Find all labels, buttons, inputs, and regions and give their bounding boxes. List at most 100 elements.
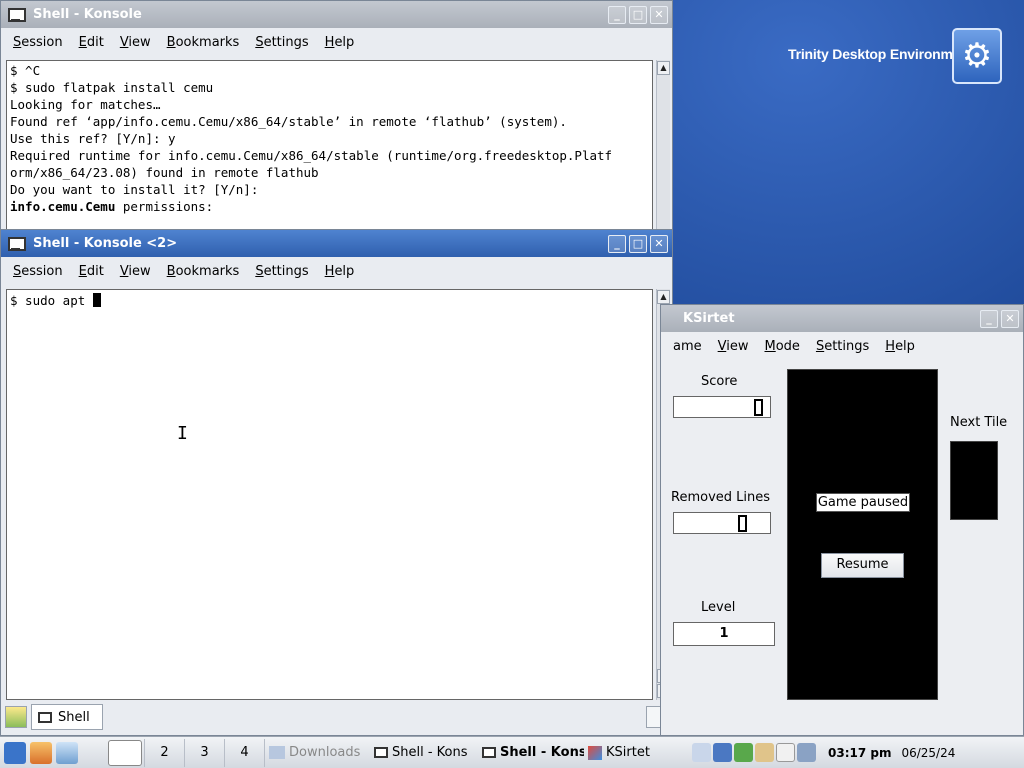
konsole-window-2: Shell - Konsole <2> _ □ ✕ Session Edit V… [0, 229, 673, 736]
level-label: Level [701, 600, 736, 615]
desktop-4[interactable]: 4 [224, 738, 264, 767]
konsole-2-titlebar[interactable]: Shell - Konsole <2> _ □ ✕ [1, 230, 672, 257]
menu-help[interactable]: Help [877, 339, 923, 354]
next-tile-preview [950, 441, 998, 520]
ksirtet-titlebar[interactable]: KSirtet _ ✕ [661, 305, 1023, 332]
menu-mode[interactable]: Mode [757, 339, 808, 354]
menu-bookmarks[interactable]: Bookmarks [159, 264, 248, 279]
menu-help[interactable]: Help [317, 264, 363, 279]
task-ksirtet[interactable]: KSirtet [584, 739, 684, 767]
menu-settings[interactable]: Settings [247, 35, 316, 50]
menu-settings[interactable]: Settings [247, 264, 316, 279]
task-downloads[interactable]: Downloads [264, 738, 370, 767]
monitor-icon [374, 747, 388, 758]
game-board[interactable] [787, 369, 938, 700]
lcd-digit-icon [738, 515, 747, 532]
klipper-icon[interactable] [755, 743, 774, 762]
ksirtet-icon [588, 745, 602, 760]
task-shell-konsole-1[interactable]: Shell - Kons [370, 739, 478, 767]
score-label: Score [701, 374, 738, 389]
terminal-line: orm/x86_64/23.08) found in remote flathu… [10, 165, 319, 180]
menu-edit[interactable]: Edit [71, 264, 112, 279]
audio-icon[interactable] [797, 743, 816, 762]
minimize-button[interactable]: _ [608, 234, 626, 253]
score-display [673, 396, 771, 418]
terminal-1-scrollbar[interactable]: ▲ [656, 60, 670, 232]
menu-settings[interactable]: Settings [808, 339, 877, 354]
ksirtet-menubar: ame View Mode Settings Help [661, 332, 1023, 360]
window-title: KSirtet [683, 311, 735, 326]
folder-icon [269, 746, 285, 759]
menu-help[interactable]: Help [317, 35, 363, 50]
monitor-icon [482, 747, 496, 758]
minimize-button[interactable]: _ [608, 5, 626, 24]
minimize-button[interactable]: _ [980, 309, 998, 328]
menu-session[interactable]: Session [5, 264, 71, 279]
tde-menu-icon[interactable] [4, 741, 26, 764]
text-cursor-icon [92, 293, 101, 307]
menu-edit[interactable]: Edit [71, 35, 112, 50]
clock-time[interactable]: 03:17 pm [828, 746, 891, 760]
scroll-up-icon[interactable]: ▲ [657, 61, 670, 75]
new-session-icon[interactable] [5, 706, 27, 728]
menu-session[interactable]: Session [5, 35, 71, 50]
calendar-icon[interactable] [776, 743, 795, 762]
close-button[interactable]: ✕ [650, 5, 668, 24]
update-icon[interactable] [734, 743, 753, 762]
tab-shell[interactable]: Shell [31, 704, 103, 730]
menu-game[interactable]: ame [667, 339, 710, 354]
maximize-button[interactable]: □ [629, 5, 647, 24]
maximize-button[interactable]: □ [629, 234, 647, 253]
monitor-icon [7, 7, 26, 22]
lcd-digit-icon [754, 399, 763, 416]
terminal-line: info.cemu.Cemu permissions: [10, 198, 649, 215]
menu-bookmarks[interactable]: Bookmarks [159, 35, 248, 50]
ksirtet-window: KSirtet _ ✕ ame View Mode Settings Help … [660, 304, 1024, 736]
konsole-1-menubar: Session Edit View Bookmarks Settings Hel… [1, 28, 672, 56]
display-icon[interactable] [713, 743, 732, 762]
desktop-3[interactable]: 3 [184, 738, 224, 767]
show-desktop-icon[interactable] [108, 739, 142, 766]
game-paused-label: Game paused [816, 493, 910, 512]
konsole-1-titlebar[interactable]: Shell - Konsole _ □ ✕ [1, 1, 672, 28]
taskbar: 1 2 3 4 Downloads Shell - Kons Shell - K… [0, 736, 1024, 768]
tde-logo-icon: ⚙ [952, 28, 1002, 84]
terminal-prompt-line: $ sudo apt [10, 293, 93, 308]
terminal-line: Required runtime for info.cemu.Cemu/x86_… [10, 148, 613, 163]
terminal-output-1[interactable]: $ ^C $ sudo flatpak install cemu Looking f… [6, 60, 653, 232]
network-icon[interactable] [692, 743, 711, 762]
next-tile-label: Next Tile [950, 415, 1008, 430]
window-title: Shell - Konsole [33, 7, 142, 22]
menu-view[interactable]: View [112, 35, 159, 50]
permissions-suffix: permissions: [115, 199, 214, 214]
settings-icon[interactable] [56, 741, 78, 764]
terminal-input-2[interactable]: $ sudo apt [6, 289, 653, 700]
clock-date[interactable]: 06/25/24 [901, 746, 955, 760]
removed-lines-display [673, 512, 771, 534]
permissions-app-name: info.cemu.Cemu [10, 199, 116, 214]
menu-view[interactable]: View [112, 264, 159, 279]
system-tray [692, 743, 816, 762]
scroll-up-icon[interactable]: ▲ [657, 290, 670, 304]
removed-lines-label: Removed Lines [671, 490, 771, 505]
close-button[interactable]: ✕ [650, 234, 668, 253]
monitor-icon [38, 711, 52, 723]
monitor-icon [7, 236, 26, 251]
menu-view[interactable]: View [710, 339, 757, 354]
terminal-line: Found ref ‘app/info.cemu.Cemu/x86_64/sta… [10, 114, 567, 129]
resume-button[interactable]: Resume [821, 553, 904, 578]
terminal-line: Use this ref? [Y/n]: y [10, 131, 176, 146]
task-shell-konsole-2[interactable]: Shell - Kons [478, 739, 584, 767]
desktop-2[interactable]: 2 [144, 738, 184, 767]
konsole-2-menubar: Session Edit View Bookmarks Settings Hel… [1, 257, 672, 285]
home-folder-icon[interactable] [30, 741, 52, 764]
close-button[interactable]: ✕ [1001, 309, 1019, 328]
session-tabbar: Shell [1, 701, 672, 733]
ibeam-cursor-icon: I [177, 423, 188, 444]
terminal-line: Looking for matches… [10, 97, 161, 112]
terminal-line: $ ^C [10, 63, 41, 78]
desktop-brand-text: Trinity Desktop Environment [788, 46, 974, 62]
terminal-line: Do you want to install it? [Y/n]: [10, 182, 259, 197]
konsole-window-1: Shell - Konsole _ □ ✕ Session Edit View … [0, 0, 673, 232]
level-value: 1 [719, 626, 729, 641]
